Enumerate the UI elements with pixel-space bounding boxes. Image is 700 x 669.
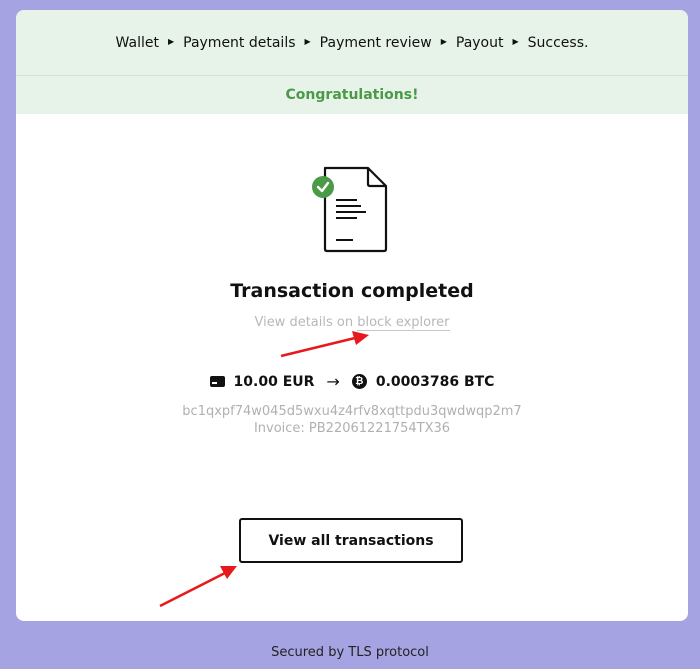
step-wallet: Wallet — [115, 34, 159, 51]
step-payment-review: Payment review — [319, 34, 432, 51]
step-separator-icon: ▶ — [304, 37, 311, 46]
main-card: Wallet ▶ Payment details ▶ Payment revie… — [16, 10, 688, 621]
wallet-address-block: bc1qxpf74w045d5wxu4z4rfv8xqttpdu3qwdwqp2… — [16, 403, 688, 437]
details-prefix: View details on — [254, 315, 358, 330]
footer-security-note: Secured by TLS protocol — [271, 645, 429, 660]
view-all-transactions-button[interactable]: View all transactions — [239, 518, 463, 563]
step-separator-icon: ▶ — [167, 37, 175, 46]
congrats-banner: Congratulations! — [16, 76, 688, 114]
step-separator-icon: ▶ — [512, 37, 519, 46]
document-check-icon — [312, 166, 388, 253]
block-explorer-line: View details on block explorer — [16, 315, 688, 331]
transaction-title: Transaction completed — [230, 280, 474, 302]
congrats-text: Congratulations! — [285, 87, 419, 103]
step-payout: Payout — [455, 34, 504, 51]
fiat-amount: 10.00 EUR — [233, 373, 315, 390]
credit-card-icon — [209, 376, 225, 387]
step-success: Success. — [527, 34, 589, 51]
progress-steps: Wallet ▶ Payment details ▶ Payment revie… — [16, 10, 688, 76]
bitcoin-icon: ₿ — [351, 374, 367, 389]
step-separator-icon: ▶ — [440, 37, 447, 46]
wallet-address: bc1qxpf74w045d5wxu4z4rfv8xqttpdu3qwdwqp2… — [182, 404, 522, 419]
invoice-number: Invoice: PB22061221754TX36 — [253, 421, 451, 436]
amount-summary: 10.00 EUR → ₿ 0.0003786 BTC — [16, 372, 688, 391]
block-explorer-link[interactable]: block explorer — [357, 315, 450, 331]
step-payment-details: Payment details — [183, 34, 296, 51]
crypto-amount: 0.0003786 BTC — [375, 373, 495, 390]
arrow-right-icon: → — [326, 372, 340, 391]
